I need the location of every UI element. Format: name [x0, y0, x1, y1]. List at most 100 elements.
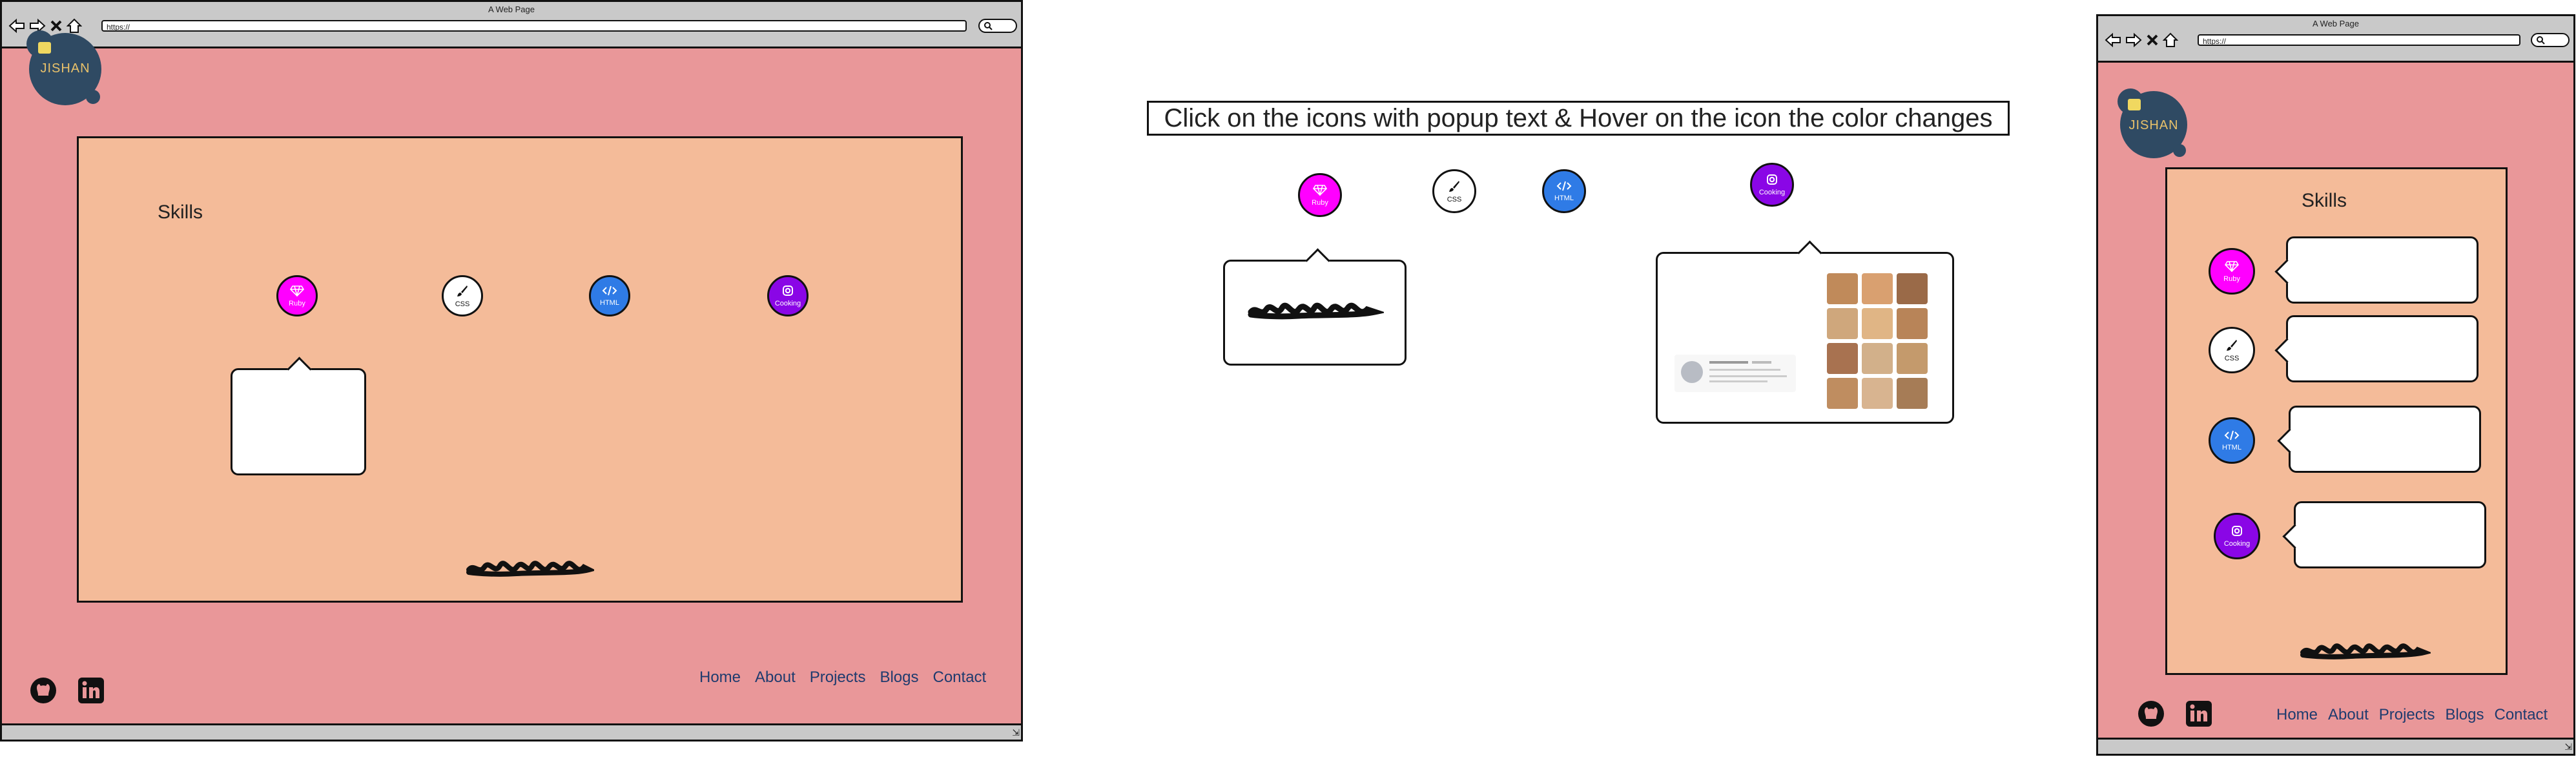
logo-text: JISHAN	[2128, 118, 2179, 132]
linkedin-icon[interactable]	[2185, 700, 2213, 731]
github-icon[interactable]	[29, 676, 57, 708]
food-photo	[1897, 308, 1928, 339]
demo-ruby-button[interactable]: Ruby	[1298, 173, 1342, 217]
scribble-text	[1248, 302, 1384, 320]
github-icon[interactable]	[2137, 700, 2165, 731]
home-icon[interactable]	[67, 18, 82, 34]
food-photo	[1827, 308, 1858, 339]
skill-html-button[interactable]: HTML	[2209, 417, 2255, 464]
nav-about-link[interactable]: About	[2328, 706, 2369, 724]
skill-popup	[2274, 315, 2478, 382]
skills-heading: Skills	[158, 202, 203, 223]
skill-popup	[2274, 236, 2478, 304]
resize-handle-icon[interactable]: ⇲	[2564, 741, 2572, 752]
food-photo	[1897, 273, 1928, 304]
nav-home-link[interactable]: Home	[2276, 706, 2318, 724]
search-icon	[2536, 36, 2545, 48]
gem-icon	[289, 285, 305, 298]
nav-blogs-link[interactable]: Blogs	[880, 669, 918, 687]
skill-label: Ruby	[289, 299, 305, 307]
skill-popup	[2282, 501, 2486, 568]
scribble-text	[466, 561, 594, 577]
skill-ruby-button[interactable]: Ruby	[276, 275, 318, 316]
skill-label: Ruby	[1312, 198, 1328, 207]
skill-label: CSS	[455, 300, 470, 308]
skill-label: HTML	[1554, 194, 1574, 202]
food-photo	[1897, 343, 1928, 374]
social-links	[29, 676, 105, 708]
demo-css-button[interactable]: CSS	[1432, 169, 1476, 213]
browser-nav-icons	[2105, 30, 2178, 50]
back-arrow-icon[interactable]	[8, 18, 25, 34]
skills-panel: Skills Ruby CSS HTML Cooking	[2165, 167, 2508, 675]
logo[interactable]: JISHAN	[2117, 88, 2187, 158]
food-photo	[1862, 343, 1893, 374]
skill-label: Cooking	[2223, 539, 2251, 548]
resize-handle-icon[interactable]: ⇲	[1012, 727, 1020, 738]
skill-label: CSS	[1447, 195, 1462, 203]
gem-icon	[1312, 184, 1328, 198]
footer-nav: Home About Projects Blogs Contact	[2276, 706, 2548, 724]
instagram-icon	[1766, 174, 1778, 187]
skill-ruby-button[interactable]: Ruby	[2209, 248, 2255, 295]
nav-home-link[interactable]: Home	[699, 669, 741, 687]
url-bar[interactable]: https://	[101, 20, 967, 32]
brush-icon	[2225, 338, 2238, 353]
logo-badge-icon	[2128, 99, 2141, 110]
skill-label: Cooking	[774, 299, 801, 307]
food-photo	[1827, 378, 1858, 409]
skill-css-button[interactable]: CSS	[442, 275, 483, 316]
logo[interactable]: JISHAN	[26, 30, 101, 105]
instruction-note: Click on the icons with popup text & Hov…	[1147, 101, 2010, 136]
skill-cooking-button[interactable]: Cooking	[767, 275, 809, 316]
logo-text: JISHAN	[40, 61, 90, 76]
close-icon[interactable]	[50, 18, 63, 34]
skill-css-button[interactable]: CSS	[2209, 327, 2255, 373]
browser-title: A Web Page	[2312, 19, 2360, 28]
browser-titlebar: A Web Page https://	[2098, 16, 2573, 63]
food-photo	[1862, 378, 1893, 409]
nav-projects-link[interactable]: Projects	[810, 669, 866, 687]
skills-panel: Skills Ruby CSS HTML Cooking	[77, 136, 963, 603]
gem-icon	[2224, 260, 2240, 274]
nav-contact-link[interactable]: Contact	[933, 669, 987, 687]
demo-cooking-button[interactable]: Cooking	[1750, 163, 1794, 207]
skill-html-button[interactable]: HTML	[589, 275, 630, 316]
code-icon	[2224, 430, 2240, 442]
skill-label: HTML	[2222, 443, 2241, 451]
food-photo	[1862, 308, 1893, 339]
instagram-icon	[782, 285, 794, 298]
browser-statusbar: ⇲	[2098, 738, 2573, 754]
skill-popup	[231, 357, 366, 475]
skill-label: CSS	[2224, 354, 2240, 362]
skill-cooking-button[interactable]: Cooking	[2214, 513, 2260, 559]
url-bar[interactable]: https://	[2198, 34, 2520, 46]
back-arrow-icon[interactable]	[2105, 32, 2121, 48]
logo-badge-icon	[38, 42, 51, 54]
browser-titlebar: A Web Page https://	[2, 2, 1021, 48]
nav-contact-link[interactable]: Contact	[2495, 706, 2548, 724]
skills-heading: Skills	[2302, 190, 2347, 211]
instagram-photo-grid	[1827, 273, 1928, 409]
skill-popup	[2277, 406, 2481, 473]
search-box[interactable]	[2531, 33, 2570, 47]
close-icon[interactable]	[2146, 32, 2159, 48]
browser-statusbar: ⇲	[2, 723, 1021, 740]
home-icon[interactable]	[2163, 32, 2178, 48]
ruby-popup	[1223, 248, 1406, 366]
code-icon	[602, 285, 617, 298]
skill-label: Ruby	[2223, 275, 2240, 283]
skill-label: Cooking	[1758, 188, 1786, 196]
social-links	[2137, 700, 2213, 731]
forward-arrow-icon[interactable]	[2125, 32, 2142, 48]
demo-html-button[interactable]: HTML	[1542, 169, 1586, 213]
food-photo	[1862, 273, 1893, 304]
brush-icon	[456, 284, 469, 299]
search-icon	[984, 21, 993, 34]
nav-blogs-link[interactable]: Blogs	[2445, 706, 2484, 724]
nav-about-link[interactable]: About	[755, 669, 796, 687]
nav-projects-link[interactable]: Projects	[2379, 706, 2435, 724]
linkedin-icon[interactable]	[77, 676, 105, 708]
browser-title: A Web Page	[488, 5, 535, 14]
search-box[interactable]	[978, 19, 1017, 33]
